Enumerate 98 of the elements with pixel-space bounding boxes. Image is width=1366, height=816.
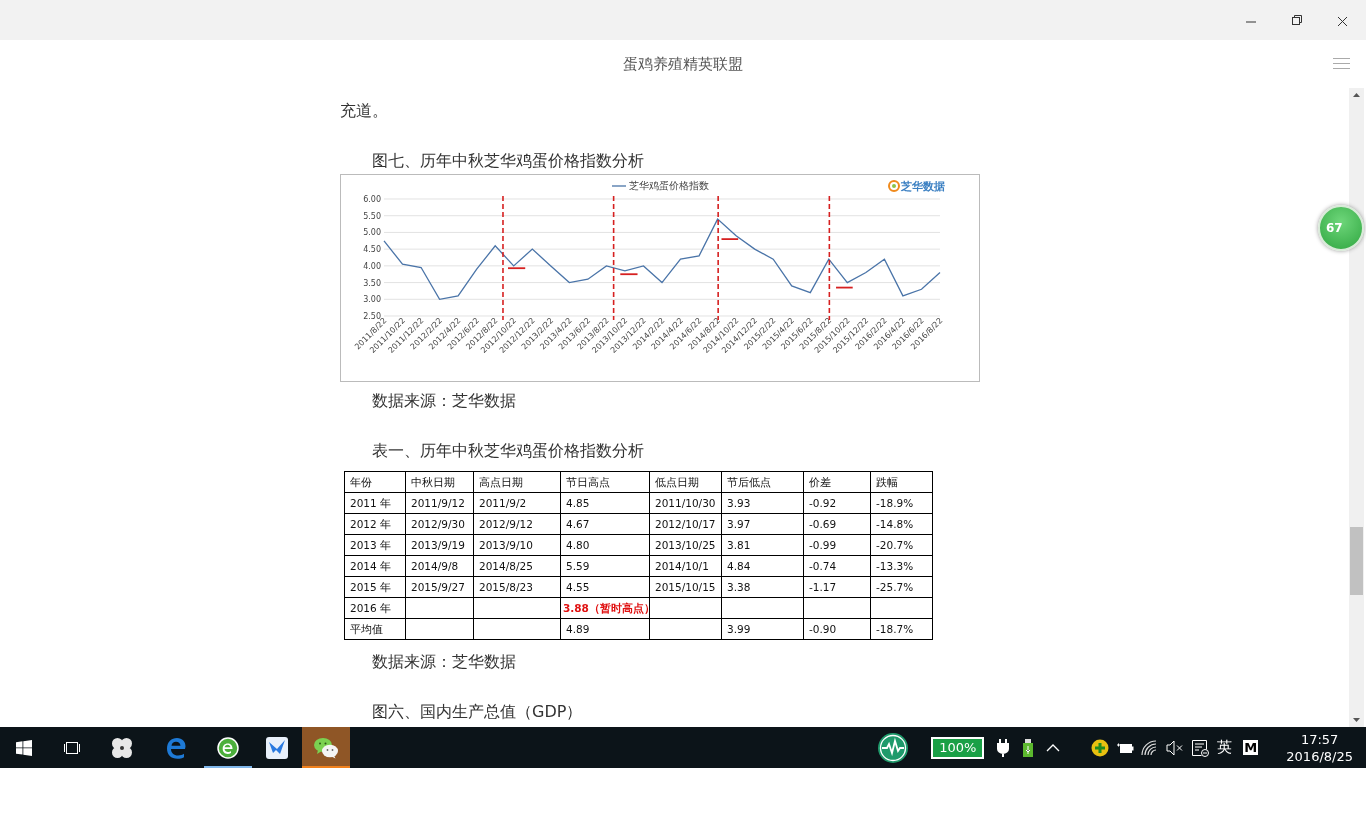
table-cell: 2011/9/2 <box>479 497 527 509</box>
paragraph-text: 充道。 <box>340 101 388 120</box>
axis-label: 5.00 <box>363 228 381 238</box>
axis-label: 4.50 <box>363 245 381 255</box>
source-note: 数据来源：芝华数据 <box>372 652 516 671</box>
table-cell: 2013 年 <box>350 539 392 551</box>
column-header: 节后低点 <box>727 476 771 488</box>
mute-icon[interactable] <box>1165 739 1184 756</box>
table-cell: 3.81 <box>727 539 751 551</box>
axis-label: 6.00 <box>363 195 381 204</box>
scrollbar[interactable] <box>1349 88 1364 727</box>
column-header: 年份 <box>350 476 372 488</box>
axis-label: 5.50 <box>363 211 381 221</box>
column-header: 节日高点 <box>566 476 610 488</box>
axis-label: 2.50 <box>363 312 381 321</box>
browser-icon <box>216 735 240 760</box>
table-cell: 2012/9/30 <box>411 518 465 530</box>
table-cell: 3.97 <box>727 518 751 530</box>
usb-drive-icon[interactable] <box>1022 738 1033 757</box>
table-cell: 4.55 <box>566 581 590 593</box>
battery-icon[interactable] <box>1115 741 1134 754</box>
marker-line <box>507 267 527 270</box>
table-cell: -1.17 <box>809 581 837 593</box>
legend-label: 芝华鸡蛋价格指数 <box>629 180 709 191</box>
table-cell: -18.9% <box>876 497 914 509</box>
table-cell: 2014/9/8 <box>411 560 459 572</box>
plug-icon[interactable] <box>996 738 1009 757</box>
table-cell: -25.7% <box>876 581 914 593</box>
logo-icon <box>888 180 900 192</box>
table-cell: 2014/8/25 <box>479 560 533 572</box>
table-cell: 3.38 <box>727 581 751 593</box>
table-cell: 2015/8/23 <box>479 581 533 593</box>
heartbeat-icon[interactable] <box>877 731 910 764</box>
input-language[interactable]: 英 <box>1217 738 1233 757</box>
chevron-up-icon[interactable] <box>1045 742 1060 753</box>
scroll-thumb[interactable] <box>1350 527 1363 595</box>
marker-line <box>619 273 639 276</box>
table-cell: -0.92 <box>809 497 837 509</box>
table-cell: 2012/10/17 <box>655 518 716 530</box>
column-header: 低点日期 <box>655 476 699 488</box>
table-cell: 2011 年 <box>350 497 392 509</box>
table-cell: 2012/9/12 <box>479 518 533 530</box>
table-cell: 2011/10/30 <box>655 497 716 509</box>
column-header: 高点日期 <box>479 476 523 488</box>
table-caption: 表一、历年中秋芝华鸡蛋价格指数分析 <box>372 441 644 460</box>
table-cell: 2011/9/12 <box>411 497 465 509</box>
table-cell: 4.85 <box>566 497 590 509</box>
table-cell: 3.99 <box>727 623 751 635</box>
figure-caption: 图六、国内生产总值（GDP） <box>372 702 583 721</box>
axis-label: 3.00 <box>363 295 381 305</box>
table-cell: 2013/10/25 <box>655 539 716 551</box>
page-title: 蛋鸡养殖精英联盟 <box>623 54 743 74</box>
column-header: 中秋日期 <box>411 476 455 488</box>
table-cell: 5.59 <box>566 560 590 572</box>
marker-line <box>835 286 854 289</box>
table-cell: 4.89 <box>566 623 590 635</box>
table-cell: -0.90 <box>809 623 837 635</box>
source-note: 数据来源：芝华数据 <box>372 391 516 410</box>
table-cell: 2014/10/1 <box>655 560 709 572</box>
table-cell: 平均值 <box>350 623 383 635</box>
table-cell: 4.84 <box>727 560 751 572</box>
table-cell: 2016 年 <box>350 602 392 614</box>
chat-bubbles-icon <box>313 736 339 759</box>
task-view-icon <box>62 739 82 756</box>
ime-badge[interactable]: M <box>1243 740 1259 755</box>
table-cell: 2014 年 <box>350 560 392 572</box>
figure-caption: 图七、历年中秋芝华鸡蛋价格指数分析 <box>372 151 644 170</box>
plus-shield-icon[interactable] <box>1090 738 1109 757</box>
table-cell: 2015/9/27 <box>411 581 465 593</box>
clock-date[interactable]: 2016/8/25 <box>1286 747 1353 765</box>
table-cell: -18.7% <box>876 623 914 635</box>
wifi-icon[interactable] <box>1140 739 1159 756</box>
table-cell: 2015/10/15 <box>655 581 716 593</box>
table-cell: 2015 年 <box>350 581 392 593</box>
table-cell: 2013/9/19 <box>411 539 465 551</box>
column-header: 跌幅 <box>876 476 898 488</box>
table-cell: 4.67 <box>566 518 590 530</box>
axis-label: 4.00 <box>363 261 381 271</box>
clock-time[interactable]: 17:57 <box>1300 730 1339 748</box>
table-cell: -14.8% <box>876 518 914 530</box>
table-cell: 2012 年 <box>350 518 392 530</box>
column-header: 价差 <box>809 476 831 488</box>
start-icon <box>16 739 32 756</box>
table-cell: 2013/9/10 <box>479 539 533 551</box>
table-cell: 3.93 <box>727 497 751 509</box>
table-cell: -0.74 <box>809 560 837 572</box>
axis-label: 3.50 <box>363 278 381 288</box>
logo-text: 芝华数据 <box>901 180 945 193</box>
bird-icon <box>265 735 289 760</box>
notification-icon[interactable] <box>1190 738 1209 757</box>
table-cell: -20.7% <box>876 539 914 551</box>
table-cell: 4.80 <box>566 539 590 551</box>
table-cell: -13.3% <box>876 560 914 572</box>
table-cell: 3.88（暂时高点） <box>563 602 655 614</box>
pinwheel-icon <box>111 736 133 759</box>
table-cell: -0.99 <box>809 539 837 551</box>
table-cell: -0.69 <box>809 518 837 530</box>
browser-icon <box>165 736 187 759</box>
